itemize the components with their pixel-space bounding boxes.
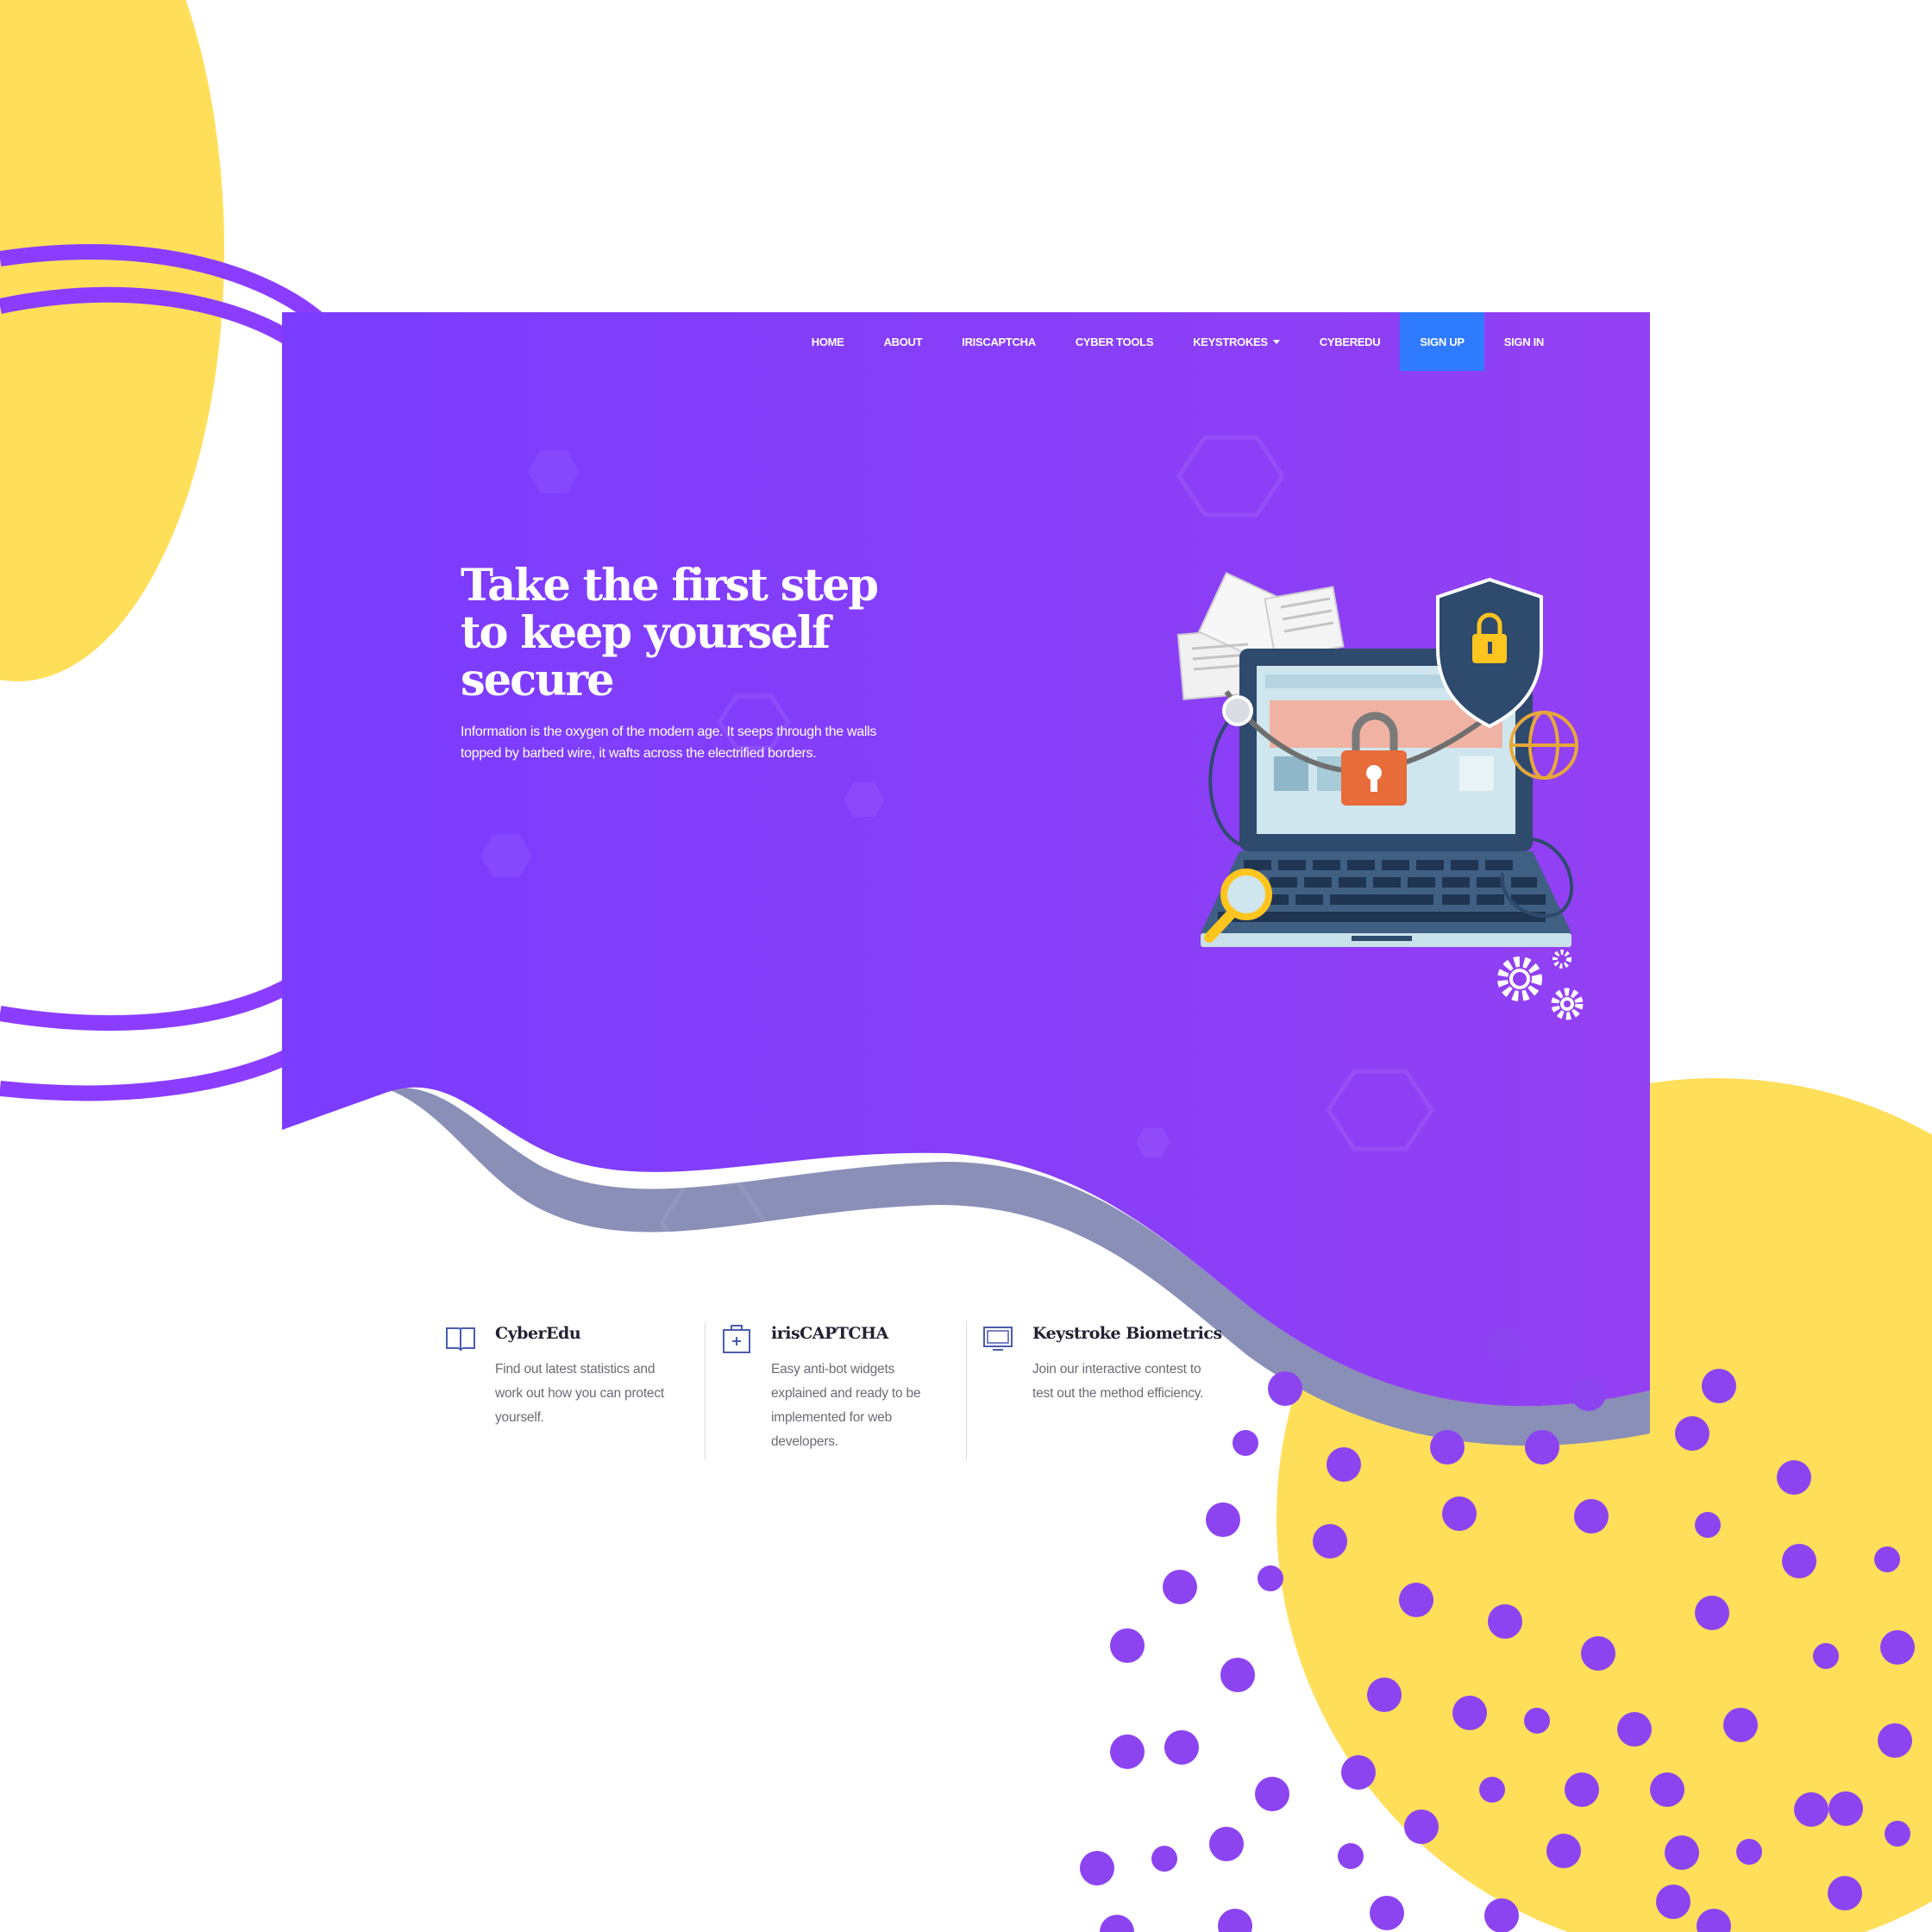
purple-dot: [1080, 1851, 1114, 1885]
purple-dots-decoration: [1080, 1328, 1915, 1932]
purple-dot: [1525, 1430, 1559, 1465]
purple-dot: [1151, 1846, 1177, 1872]
purple-dot: [1695, 1596, 1729, 1630]
purple-dot: [1650, 1772, 1684, 1807]
purple-dot: [1488, 1604, 1522, 1639]
purple-dot: [1697, 1909, 1731, 1932]
purple-dot: [1206, 1502, 1240, 1537]
purple-dot: [1874, 1546, 1900, 1572]
purple-dot: [1110, 1734, 1145, 1769]
purple-dot: [1524, 1708, 1550, 1734]
purple-dot: [1702, 1369, 1736, 1403]
purple-dot: [1100, 1915, 1134, 1932]
purple-dot: [1218, 1909, 1252, 1932]
purple-dot: [1675, 1416, 1709, 1451]
purple-dot: [1399, 1583, 1433, 1617]
purple-dot: [1880, 1630, 1915, 1665]
purple-dot: [1484, 1898, 1519, 1932]
purple-dot: [1164, 1730, 1199, 1765]
purple-dot: [1479, 1777, 1505, 1803]
purple-dot: [1777, 1460, 1811, 1495]
purple-dot: [1110, 1628, 1145, 1663]
purple-dot: [1404, 1810, 1439, 1844]
purple-dot: [1220, 1658, 1255, 1692]
purple-dot: [1695, 1512, 1721, 1538]
purple-dot: [1313, 1524, 1347, 1559]
purple-dot: [1782, 1544, 1816, 1578]
purple-dot: [1878, 1723, 1912, 1758]
purple-dot: [1209, 1827, 1244, 1861]
purple-dot: [1546, 1834, 1581, 1868]
purple-dot: [1813, 1643, 1839, 1669]
purple-dot: [1442, 1496, 1477, 1531]
purple-dot: [1163, 1570, 1197, 1604]
purple-dot: [1794, 1792, 1828, 1827]
purple-dot: [1656, 1885, 1690, 1919]
purple-dot: [1268, 1371, 1302, 1406]
purple-dot: [1258, 1565, 1283, 1591]
purple-dot: [1574, 1499, 1609, 1534]
purple-dot: [1665, 1835, 1699, 1870]
purple-dot: [1367, 1678, 1402, 1712]
purple-dot: [1828, 1791, 1863, 1826]
purple-dot: [1723, 1708, 1758, 1742]
purple-dot: [1581, 1636, 1615, 1671]
purple-dot: [1338, 1843, 1364, 1869]
purple-dot: [1617, 1712, 1652, 1747]
purple-dot: [1255, 1777, 1289, 1811]
purple-dot: [1828, 1876, 1862, 1910]
purple-dot: [1565, 1772, 1599, 1807]
purple-dot: [1885, 1821, 1910, 1847]
purple-dot: [1327, 1447, 1361, 1482]
purple-dot: [1430, 1430, 1465, 1465]
purple-dot: [1370, 1896, 1404, 1930]
purple-dot: [1736, 1839, 1762, 1865]
purple-dot: [1341, 1755, 1376, 1790]
purple-dot: [1571, 1377, 1606, 1411]
purple-dot: [1452, 1696, 1487, 1730]
purple-dot: [1488, 1328, 1522, 1363]
purple-dot: [1233, 1430, 1258, 1456]
